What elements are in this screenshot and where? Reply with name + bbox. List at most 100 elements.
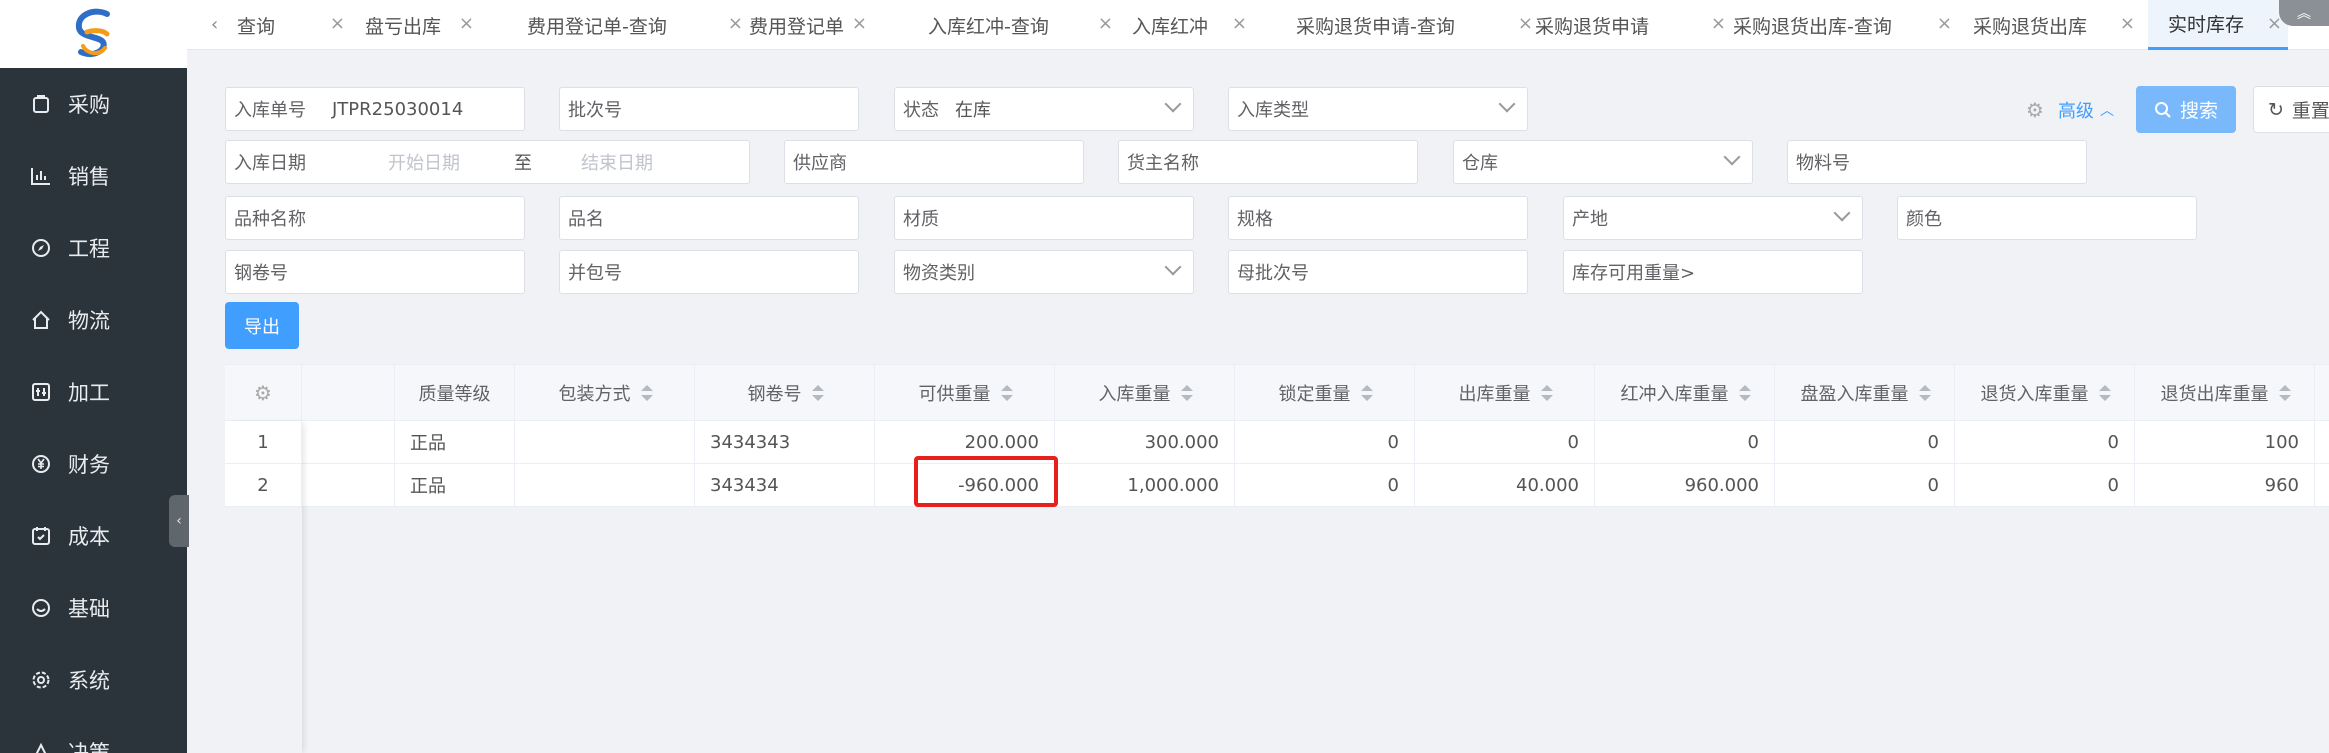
sidebar: 采购 销售 工程 物流 加工 财务 成本 基础 系统 决策 ‹ <box>0 0 189 753</box>
sidebar-item-system[interactable]: 系统 <box>0 644 187 716</box>
close-icon[interactable]: × <box>459 13 474 34</box>
close-icon[interactable]: × <box>728 13 743 34</box>
parent-batch-no-field[interactable]: 母批次号 <box>1228 250 1528 294</box>
batch-no-field[interactable]: 批次号 <box>559 87 859 131</box>
home-icon <box>30 309 52 331</box>
tab-label: 采购退货申请 <box>1535 15 1650 38</box>
cell-available: -960.000 <box>875 464 1055 506</box>
coil-no-field[interactable]: 钢卷号 <box>225 250 525 294</box>
cell-coil: 3434343 <box>695 421 875 463</box>
reset-label: 重置 <box>2291 100 2329 122</box>
cell-return-inbound: 0 <box>1955 464 2135 506</box>
sort-icon[interactable] <box>640 384 653 401</box>
goods-category-select[interactable]: 物资类别 <box>894 250 1194 294</box>
column-header[interactable]: 退货入库重量 <box>1955 365 2135 420</box>
chevron-left-icon: ‹ <box>176 513 182 529</box>
variety-name-field[interactable]: 品种名称 <box>225 196 525 240</box>
close-icon[interactable]: × <box>1711 13 1726 34</box>
reset-button[interactable]: ↻ 重置 <box>2253 86 2329 133</box>
search-icon <box>2154 101 2171 118</box>
origin-select[interactable]: 产地 <box>1563 196 1863 240</box>
cell-surplus-inbound: 0 <box>1775 421 1955 463</box>
logo[interactable] <box>0 0 187 68</box>
sort-icon[interactable] <box>811 384 824 401</box>
tab-realtime-inventory[interactable]: 实时库存 × <box>2148 0 2288 50</box>
column-header[interactable]: 红冲入库重量 <box>1595 365 1775 420</box>
sidebar-item-sales[interactable]: 销售 <box>0 140 187 212</box>
sort-icon[interactable] <box>1540 384 1553 401</box>
table-row[interactable]: 2 正品 343434 -960.000 1,000.000 0 40.000 … <box>225 464 2329 507</box>
column-header-blank <box>302 365 395 420</box>
settings-icon[interactable]: ⚙ <box>2026 98 2044 122</box>
column-header[interactable]: 质量等级 <box>395 365 515 420</box>
close-icon[interactable]: × <box>1232 13 1247 34</box>
sidebar-item-finance[interactable]: 财务 <box>0 428 187 500</box>
sidebar-item-cost[interactable]: 成本 <box>0 500 187 572</box>
tab-label: 费用登记单-查询 <box>527 15 667 38</box>
sort-icon[interactable] <box>1000 384 1013 401</box>
table-row[interactable]: 1 正品 3434343 200.000 300.000 0 0 0 0 0 1… <box>225 421 2329 464</box>
close-icon[interactable]: × <box>1518 13 1533 34</box>
end-date-input[interactable]: 结束日期 <box>581 149 653 175</box>
column-header[interactable]: 锁定重量 <box>1235 365 1415 420</box>
sidebar-item-decision[interactable]: 决策 <box>0 716 187 753</box>
sidebar-item-purchase[interactable]: 采购 <box>0 68 187 140</box>
column-header[interactable]: 盘盈入库重量 <box>1775 365 1955 420</box>
spec-field[interactable]: 规格 <box>1228 196 1528 240</box>
cell-inbound: 1,000.000 <box>1055 464 1235 506</box>
material-no-field[interactable]: 物料号 <box>1787 140 2087 184</box>
inbound-no-field[interactable]: 入库单号 JTPR25030014 <box>225 87 525 131</box>
sidebar-collapse-button[interactable]: ‹ <box>169 495 189 547</box>
sidebar-item-processing[interactable]: 加工 <box>0 356 187 428</box>
owner-name-field[interactable]: 货主名称 <box>1118 140 1418 184</box>
column-header[interactable]: 入库重量 <box>1055 365 1235 420</box>
tab-label: 入库红冲-查询 <box>928 15 1049 38</box>
cell-blank <box>302 421 395 463</box>
color-field[interactable]: 颜色 <box>1897 196 2197 240</box>
column-header[interactable]: 可供重量 <box>875 365 1055 420</box>
column-header[interactable]: 退货出库重量 <box>2135 365 2315 420</box>
close-icon[interactable]: × <box>852 13 867 34</box>
column-settings[interactable]: ⚙ <box>225 365 302 420</box>
tab-label: 费用登记单 <box>749 15 845 38</box>
export-button[interactable]: 导出 <box>225 302 299 349</box>
status-select[interactable]: 状态 在库 <box>894 87 1194 131</box>
compass-icon <box>30 237 52 259</box>
product-name-field[interactable]: 品名 <box>559 196 859 240</box>
sidebar-item-logistics[interactable]: 物流 <box>0 284 187 356</box>
bundle-no-field[interactable]: 并包号 <box>559 250 859 294</box>
advanced-toggle[interactable]: ⚙ 高级 ︿ <box>2026 97 2114 123</box>
collapse-up-button[interactable]: ︽ <box>2279 0 2329 26</box>
sort-icon[interactable] <box>1180 384 1193 401</box>
sidebar-item-engineering[interactable]: 工程 <box>0 212 187 284</box>
cell-outbound: 40.000 <box>1415 464 1595 506</box>
sort-icon[interactable] <box>2098 384 2111 401</box>
sort-icon[interactable] <box>2278 384 2291 401</box>
sidebar-nav: 采购 销售 工程 物流 加工 财务 成本 基础 系统 决策 <box>0 68 187 753</box>
tab-label: 盘亏出库 <box>365 15 442 38</box>
close-icon[interactable]: × <box>2120 13 2135 34</box>
material-field[interactable]: 材质 <box>894 196 1194 240</box>
search-button[interactable]: 搜索 <box>2136 86 2236 133</box>
close-icon[interactable]: × <box>1098 13 1113 34</box>
tab-query[interactable]: 查询 × <box>237 0 357 50</box>
sidebar-item-basic[interactable]: 基础 <box>0 572 187 644</box>
column-header[interactable]: 包装方式 <box>515 365 695 420</box>
sort-icon[interactable] <box>1738 384 1751 401</box>
close-icon[interactable]: × <box>330 13 345 34</box>
cell-return-outbound: 960 <box>2135 464 2315 506</box>
column-header[interactable]: 钢卷号 <box>695 365 875 420</box>
start-date-input[interactable]: 开始日期 <box>388 149 460 175</box>
tab-scroll-left-icon[interactable]: ‹ <box>211 14 218 35</box>
sort-icon[interactable] <box>1360 384 1373 401</box>
warehouse-select[interactable]: 仓库 <box>1453 140 1753 184</box>
available-weight-field[interactable]: 库存可用重量> <box>1563 250 1863 294</box>
field-label: 批次号 <box>568 100 622 121</box>
supplier-field[interactable]: 供应商 <box>784 140 1084 184</box>
inbound-date-range[interactable]: 入库日期 开始日期 至 结束日期 <box>225 140 750 184</box>
inbound-type-select[interactable]: 入库类型 <box>1228 87 1528 131</box>
field-label: 物资类别 <box>903 263 975 284</box>
close-icon[interactable]: × <box>1937 13 1952 34</box>
sort-icon[interactable] <box>1918 384 1931 401</box>
column-header[interactable]: 出库重量 <box>1415 365 1595 420</box>
